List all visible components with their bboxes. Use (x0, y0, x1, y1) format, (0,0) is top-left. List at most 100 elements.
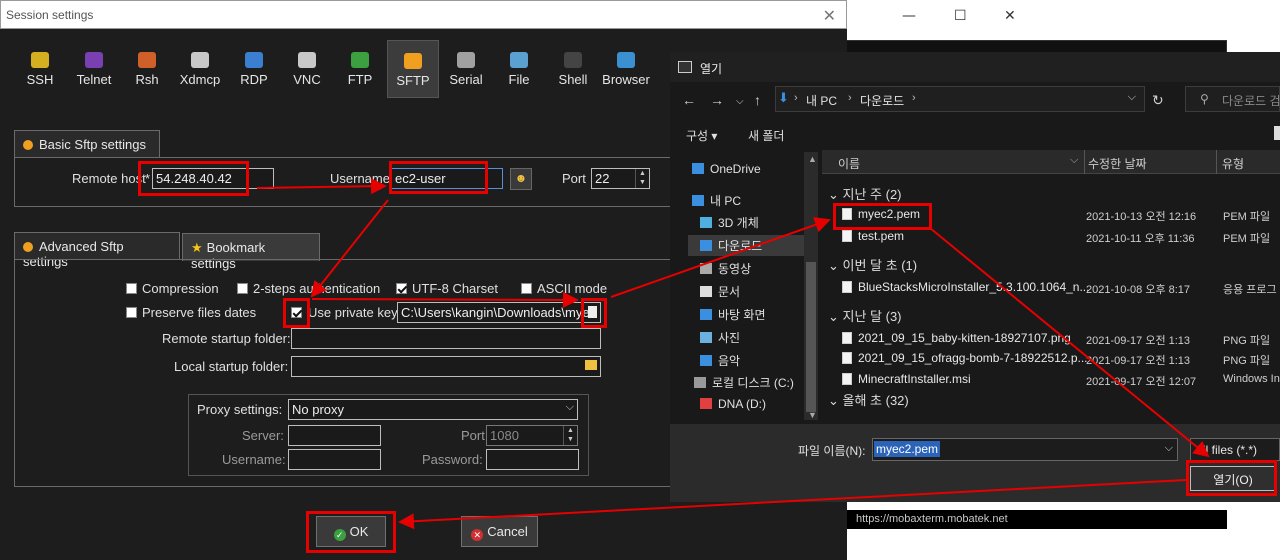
toolbar-shell[interactable]: Shell (547, 40, 599, 98)
nav-item[interactable]: 음악 (700, 352, 740, 369)
preserve-dates-label: Preserve files dates (142, 305, 257, 320)
toolbar-ssh[interactable]: SSH (14, 40, 66, 98)
toolbar-browser[interactable]: Browser (600, 40, 652, 98)
file-row[interactable]: BlueStacksMicroInstaller_5.3.100.1064_n.… (842, 280, 1089, 294)
proxy-select[interactable]: No proxy ⌵ (288, 399, 578, 420)
xdmcp-icon (191, 52, 209, 68)
nav-scrollbar-thumb[interactable] (806, 262, 816, 412)
nav-item[interactable]: 내 PC (692, 192, 741, 209)
breadcrumb-downloads[interactable]: 다운로드 (860, 92, 904, 109)
column-type[interactable]: 유형 (1222, 155, 1244, 172)
ascii-checkbox[interactable] (521, 283, 532, 294)
pc-icon (692, 195, 704, 206)
chevron-down-icon[interactable]: ⌵ (1165, 442, 1173, 455)
file-row[interactable]: MinecraftInstaller.msi (842, 372, 971, 386)
toolbar-telnet[interactable]: Telnet (68, 40, 120, 98)
up-arrow-icon[interactable]: ↑ (754, 92, 761, 108)
compression-checkbox[interactable] (126, 283, 137, 294)
organize-menu[interactable]: 구성 ▾ (686, 127, 717, 144)
group-header[interactable]: ⌄ 이번 달 초 (1) (828, 255, 917, 274)
local-startup-input[interactable] (291, 356, 601, 377)
port-stepper[interactable]: 22 ▲ ▼ (591, 168, 650, 189)
toolbar-sftp[interactable]: SFTP (387, 40, 439, 98)
chevron-down-icon[interactable]: ⌵ (1128, 91, 1136, 104)
filetype-select[interactable]: All files (*.*) (1190, 438, 1280, 461)
cancel-button[interactable]: ✕ Cancel (461, 516, 538, 547)
file-type: PEM 파일 (1223, 233, 1271, 245)
serial-icon (457, 52, 475, 68)
tab-bookmark-settings[interactable]: ★ Bookmark settings (182, 233, 320, 271)
nav-item[interactable]: OneDrive (692, 162, 761, 176)
toolbar-xdmcp[interactable]: Xdmcp (174, 40, 226, 98)
chevron-down-icon[interactable]: ⌵ (736, 96, 744, 107)
proxy-username-input[interactable] (288, 449, 381, 470)
user-select-icon[interactable]: ☻ (510, 168, 532, 190)
close-icon[interactable]: ✕ (1004, 8, 1016, 24)
filename-value[interactable]: myec2.pem (874, 441, 941, 457)
nav-item[interactable]: 3D 개체 (700, 214, 759, 231)
nav-item[interactable]: DNA (D:) (700, 397, 766, 411)
spin-arrows-icon[interactable]: ▲ ▼ (563, 426, 577, 445)
refresh-icon[interactable]: ↻ (1152, 92, 1164, 109)
private-key-path-input[interactable]: C:\Users\kangin\Downloads\myec (397, 302, 601, 323)
proxy-server-input[interactable] (288, 425, 381, 446)
group-header[interactable]: ⌄ 지난 달 (3) (828, 306, 902, 325)
breadcrumb-pc[interactable]: 내 PC (806, 92, 837, 109)
nav-item[interactable]: 로컬 디스크 (C:) (694, 374, 794, 391)
toolbar-vnc[interactable]: VNC (281, 40, 333, 98)
minimize-icon[interactable]: — (902, 8, 916, 24)
column-name[interactable]: 이름 (838, 155, 860, 172)
maximize-icon[interactable]: ☐ (954, 8, 967, 24)
file-row[interactable]: 2021_09_15_baby-kitten-18927107.png (842, 331, 1071, 345)
nav-item[interactable]: 문서 (700, 283, 740, 300)
back-arrow-icon[interactable]: ← (682, 92, 696, 108)
preserve-dates-checkbox[interactable] (126, 307, 137, 318)
view-options-icon[interactable] (1274, 126, 1280, 140)
column-separator[interactable] (1216, 150, 1217, 174)
toolbar-file[interactable]: File (493, 40, 545, 98)
toolbar-rdp[interactable]: RDP (228, 40, 280, 98)
two-steps-checkbox[interactable] (237, 283, 248, 294)
nav-item[interactable]: 다운로드 (688, 235, 804, 256)
spin-arrows-icon[interactable]: ▲ ▼ (635, 169, 649, 188)
folder-icon[interactable] (585, 360, 597, 370)
remote-startup-input[interactable] (291, 328, 601, 349)
file-icon (510, 52, 528, 68)
scroll-down-icon[interactable]: ▼ (808, 410, 817, 420)
downloads-icon (700, 240, 712, 251)
nav-item[interactable]: 바탕 화면 (700, 306, 766, 323)
group-header[interactable]: ⌄ 올해 초 (32) (828, 390, 909, 409)
file-row[interactable]: test.pem (842, 229, 904, 243)
group-header[interactable]: ⌄ 지난 주 (2) (828, 184, 902, 203)
new-folder-button[interactable]: 새 폴더 (748, 127, 784, 144)
proxy-password-input[interactable] (486, 449, 579, 470)
chevron-down-icon: ⌵ (1070, 154, 1079, 166)
toolbar-serial[interactable]: Serial (440, 40, 492, 98)
highlight-remote-host (138, 161, 249, 196)
ssh-icon (31, 52, 49, 68)
music-icon (700, 355, 712, 366)
file-name: test.pem (858, 229, 905, 243)
shell-icon (564, 52, 582, 68)
toolbar-rsh[interactable]: Rsh (121, 40, 173, 98)
forward-arrow-icon[interactable]: → (710, 92, 724, 108)
address-bar[interactable]: ⬇ › 내 PC › 다운로드 › ⌵ (775, 86, 1145, 112)
nav-item-label: 로컬 디스크 (C:) (712, 376, 794, 390)
file-row[interactable]: 2021_09_15_ofragg-bomb-7-18922512.p... (842, 351, 1088, 365)
scroll-up-icon[interactable]: ▲ (808, 154, 817, 164)
website-url[interactable]: https://mobaxterm.mobatek.net (856, 513, 1008, 525)
close-icon[interactable]: ✕ (823, 6, 836, 26)
search-input[interactable]: ⚲ 다운로드 검 (1185, 86, 1280, 112)
proxy-port-stepper[interactable]: 1080 ▲ ▼ (486, 425, 578, 446)
toolbar-ftp[interactable]: FTP (334, 40, 386, 98)
nav-item[interactable]: 동영상 (700, 260, 751, 277)
nav-item[interactable]: 사진 (700, 329, 740, 346)
toolbar-label: Serial (449, 72, 483, 87)
tab-advanced-sftp-settings[interactable]: Advanced Sftp settings (14, 232, 180, 269)
column-date[interactable]: 수정한 날짜 (1088, 155, 1147, 172)
tab-basic-sftp-settings[interactable]: Basic Sftp settings (14, 130, 160, 158)
column-separator[interactable] (1084, 150, 1085, 174)
ascii-label: ASCII mode (537, 281, 608, 296)
utf8-checkbox[interactable] (396, 283, 407, 294)
nav-item-label: 문서 (718, 285, 741, 299)
